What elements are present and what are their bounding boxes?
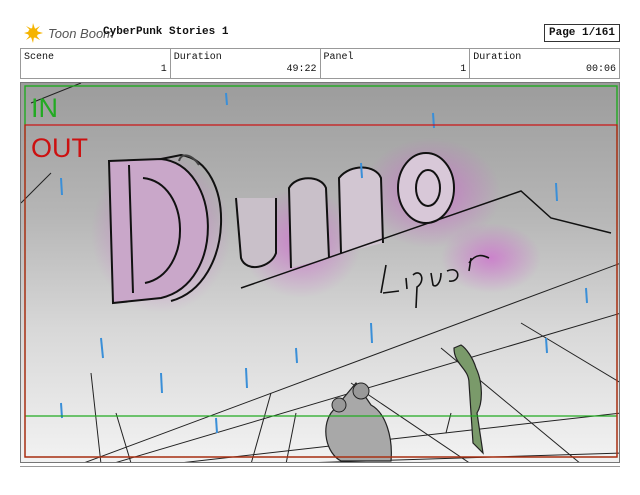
scene-value: 1 (160, 64, 167, 75)
scene-duration-cell: Duration 49:22 (171, 49, 321, 78)
character-group (325, 382, 392, 462)
panel-duration-label: Duration (473, 52, 522, 63)
scene-duration-label: Duration (173, 52, 222, 63)
scene-label: Scene (24, 52, 55, 63)
page-indicator: Page 1/161 (544, 24, 620, 42)
page-label: Page (549, 27, 576, 39)
page-number: 1/161 (581, 27, 615, 39)
neon-glow (441, 223, 541, 293)
panel-cell: Panel 1 (321, 49, 471, 78)
panel-duration-cell: Duration 00:06 (470, 49, 619, 78)
storyboard-header: Toon Boom CyberPunk Stories 1 Page 1/161 (0, 0, 640, 48)
scene-cell: Scene 1 (21, 49, 171, 78)
panel-image[interactable]: IN OUT (20, 82, 620, 463)
project-title: CyberPunk Stories 1 (103, 26, 229, 38)
out-label: OUT (31, 133, 88, 163)
toon-boom-logo: Toon Boom (22, 23, 114, 43)
scene-duration-value: 49:22 (286, 64, 317, 75)
panel-info-bar: Scene 1 Duration 49:22 Panel 1 Duration … (20, 48, 620, 79)
bottom-divider (20, 463, 620, 467)
star-burst-icon (24, 23, 43, 43)
in-label: IN (31, 93, 58, 123)
character-green (445, 344, 484, 455)
panel-duration-value: 00:06 (585, 64, 616, 75)
panel-value: 1 (460, 64, 467, 75)
panel-label: Panel (323, 52, 354, 63)
storyboard-sketch (21, 83, 619, 462)
